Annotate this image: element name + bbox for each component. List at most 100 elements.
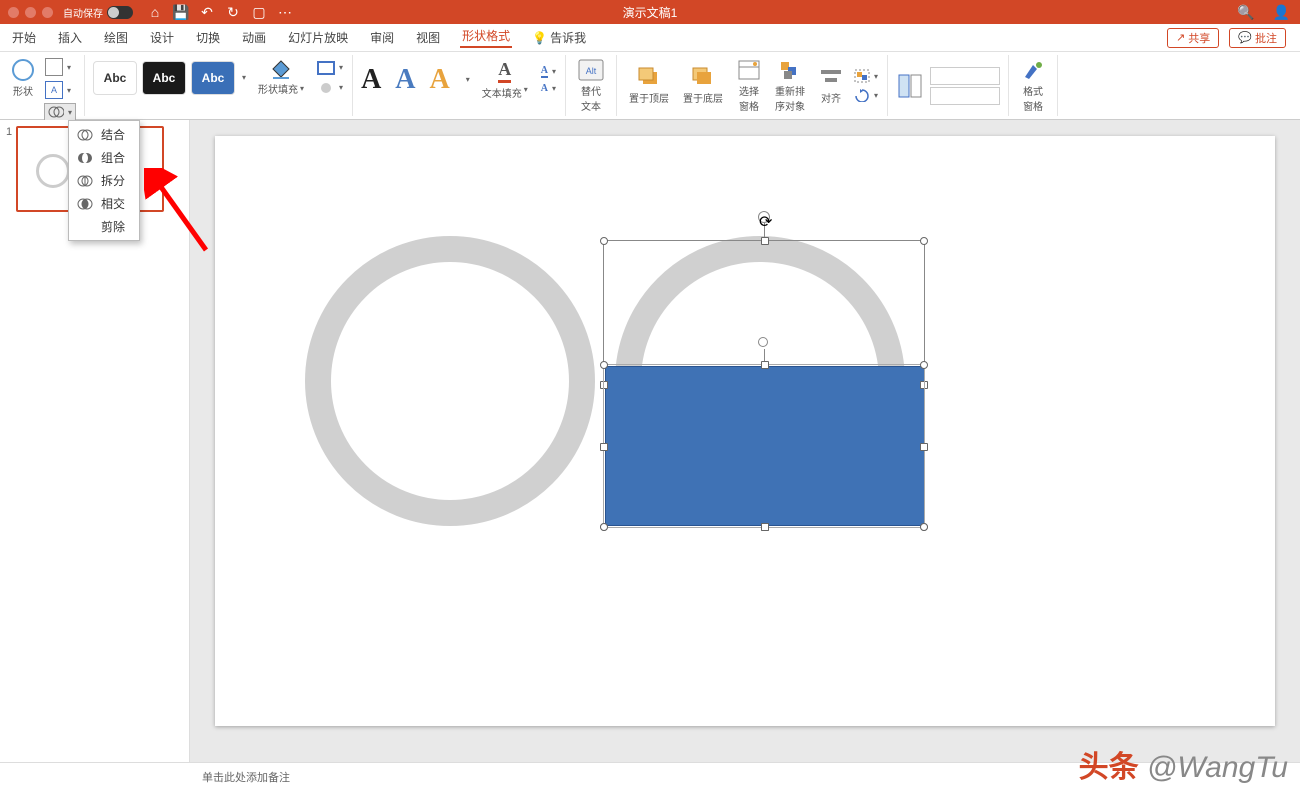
shape-outline-button[interactable]: ▾	[316, 60, 344, 76]
tab-insert[interactable]: 插入	[56, 29, 84, 46]
group-format-pane: 格式 窗格	[1009, 55, 1058, 116]
menu-item-fragment[interactable]: 拆分	[69, 169, 139, 192]
rotate-button[interactable]: ▾	[853, 87, 879, 103]
notes-placeholder[interactable]: 单击此处添加备注	[202, 769, 290, 785]
wordart-style-black[interactable]: A	[361, 64, 381, 96]
tab-slideshow[interactable]: 幻灯片放映	[286, 29, 350, 46]
shape-style-gallery[interactable]: Abc Abc Abc ▾	[93, 61, 246, 95]
tab-draw[interactable]: 绘图	[102, 29, 130, 46]
resize-handle-nw[interactable]	[600, 361, 608, 369]
resize-handle-w[interactable]	[600, 443, 608, 451]
tab-shape-format[interactable]: 形状格式	[460, 27, 512, 48]
more-icon[interactable]: ⋯	[277, 4, 293, 20]
format-pane-button[interactable]: 格式 窗格	[1017, 57, 1049, 115]
chevron-down-icon: ▾	[552, 67, 556, 76]
menu-item-combine[interactable]: 组合	[69, 146, 139, 169]
slide-1[interactable]: ⟳	[215, 136, 1275, 726]
menu-item-intersect[interactable]: 相交	[69, 192, 139, 215]
resize-handle-sw[interactable]	[600, 523, 608, 531]
insert-shape-button[interactable]: 形状	[8, 57, 38, 100]
reorder-icon	[778, 59, 802, 81]
ribbon-tabs: 开始 插入 绘图 设计 切换 动画 幻灯片放映 审阅 视图 形状格式 💡 告诉我…	[0, 24, 1300, 52]
slide-canvas-area[interactable]: ⟳	[190, 120, 1300, 762]
size-icon[interactable]	[896, 72, 924, 100]
save-icon[interactable]: 💾	[173, 4, 189, 20]
width-input[interactable]	[930, 87, 1000, 105]
tab-transitions[interactable]: 切换	[194, 29, 222, 46]
group-icon	[854, 69, 870, 83]
rotate-handle[interactable]	[758, 337, 768, 347]
menu-item-union[interactable]: 结合	[69, 123, 139, 146]
share-icon: ↗	[1176, 31, 1185, 44]
wordart-style-blue[interactable]: A	[395, 64, 415, 96]
text-outline-button[interactable]: A▾	[540, 64, 557, 79]
autosave-toggle[interactable]: 自动保存	[63, 5, 133, 20]
selection-pane-button[interactable]: 选择 窗格	[733, 57, 765, 115]
resize-handle-e[interactable]	[920, 443, 928, 451]
selection-bounding-box-rect	[603, 364, 925, 528]
resize-handle-ne[interactable]	[920, 361, 928, 369]
tab-tell-me[interactable]: 💡 告诉我	[530, 29, 588, 46]
document-title: 演示文稿1	[623, 4, 678, 21]
bring-forward-button[interactable]: 置于顶层	[625, 64, 673, 107]
group-objects-button[interactable]: ▾	[853, 68, 879, 84]
rotate-handle[interactable]: ⟳	[758, 211, 770, 223]
redo-icon[interactable]: ↻	[225, 4, 241, 20]
resize-handle-n[interactable]	[761, 361, 769, 369]
chevron-down-icon: ▾	[68, 108, 72, 117]
alt-text-button[interactable]: Alt 替代 文本	[574, 57, 608, 115]
text-fill-button[interactable]: A 文本填充▾	[478, 57, 532, 102]
merge-shapes-button[interactable]: ▾	[44, 103, 76, 121]
align-icon	[819, 66, 843, 88]
send-backward-icon	[691, 66, 715, 88]
toggle-switch-icon[interactable]	[107, 6, 133, 19]
group-size	[888, 55, 1009, 116]
slide-number: 1	[6, 126, 12, 212]
format-pane-icon	[1021, 59, 1045, 81]
text-effects-button[interactable]: A▾	[540, 82, 557, 95]
tab-home[interactable]: 开始	[10, 29, 38, 46]
search-icon[interactable]: 🔍	[1237, 4, 1254, 21]
minimize-icon[interactable]	[25, 7, 36, 18]
shape-effects-button[interactable]: ▾	[316, 80, 344, 96]
resize-handle-ne[interactable]	[920, 237, 928, 245]
tab-view[interactable]: 视图	[414, 29, 442, 46]
shape-ring-left[interactable]	[305, 236, 595, 526]
text-box-button[interactable]: A▾	[44, 80, 76, 100]
group-shape-styles: Abc Abc Abc ▾ 形状填充▾ ▾ ▾	[85, 55, 353, 116]
menu-item-subtract[interactable]: 剪除	[69, 215, 139, 238]
undo-icon[interactable]: ↶	[199, 4, 215, 20]
comments-button[interactable]: 💬 批注	[1229, 28, 1286, 48]
close-icon[interactable]	[8, 7, 19, 18]
resize-handle-s[interactable]	[761, 523, 769, 531]
style-swatch-blue[interactable]: Abc	[191, 61, 235, 95]
resize-handle-n[interactable]	[761, 237, 769, 245]
account-icon[interactable]: 👤	[1273, 4, 1290, 21]
tab-design[interactable]: 设计	[148, 29, 176, 46]
send-backward-button[interactable]: 置于底层	[679, 64, 727, 107]
tab-animations[interactable]: 动画	[240, 29, 268, 46]
resize-handle-nw[interactable]	[600, 237, 608, 245]
style-swatch-black[interactable]: Abc	[142, 61, 186, 95]
reorder-objects-button[interactable]: 重新排 序对象	[771, 57, 809, 115]
chevron-down-icon: ▾	[552, 84, 556, 93]
chevron-down-icon: ▾	[300, 84, 304, 93]
start-slideshow-icon[interactable]: ▢	[251, 4, 267, 20]
edit-shape-button[interactable]: ▾	[44, 57, 76, 77]
chevron-down-icon[interactable]: ▾	[242, 73, 246, 82]
annotation-arrow	[144, 168, 214, 258]
window-controls[interactable]	[8, 7, 53, 18]
wordart-style-gold[interactable]: A	[430, 64, 450, 96]
resize-handle-se[interactable]	[920, 523, 928, 531]
style-swatch-outline[interactable]: Abc	[93, 61, 137, 95]
maximize-icon[interactable]	[42, 7, 53, 18]
chevron-down-icon[interactable]: ▾	[466, 75, 470, 84]
align-button[interactable]: 对齐	[815, 64, 847, 107]
watermark-handle: @WangTu	[1147, 751, 1288, 784]
height-input[interactable]	[930, 67, 1000, 85]
tab-review[interactable]: 审阅	[368, 29, 396, 46]
outline-icon	[317, 61, 335, 75]
home-icon[interactable]: ⌂	[147, 4, 163, 20]
share-button[interactable]: ↗ 共享	[1167, 28, 1219, 48]
shape-fill-button[interactable]: 形状填充▾	[254, 57, 308, 98]
